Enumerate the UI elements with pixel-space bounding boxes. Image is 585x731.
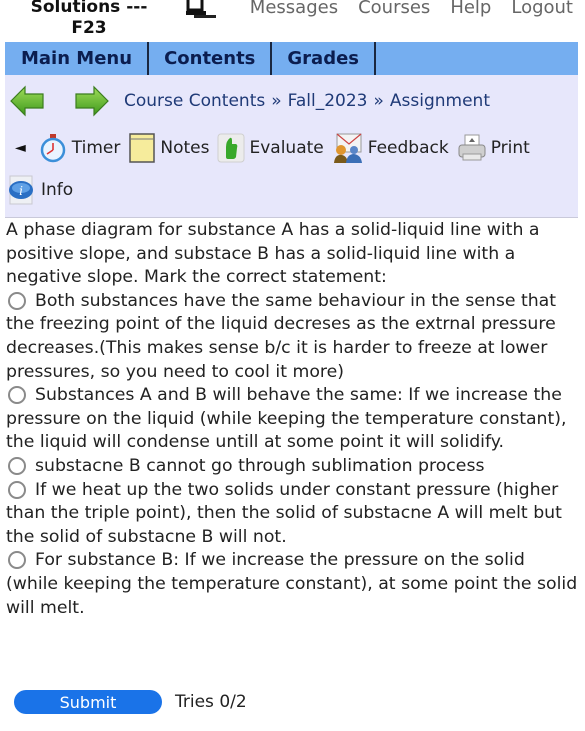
question-prompt: A phase diagram for substance A has a so… — [6, 220, 540, 288]
answer-option[interactable]: Both substances have the same behaviour … — [6, 290, 580, 384]
answer-option[interactable]: Substances A and B will behave the same:… — [6, 384, 580, 455]
feedback-button[interactable]: Feedback — [332, 132, 449, 164]
course-toolbar: Course Contents» Fall_2023» Assignment ◄ T… — [5, 75, 578, 218]
evaluate-label: Evaluate — [249, 138, 324, 158]
radio-button[interactable] — [8, 386, 26, 405]
notes-icon — [129, 133, 156, 163]
answer-option[interactable]: substacne B cannot go through sublimatio… — [6, 455, 580, 479]
breadcrumb-fall-2023[interactable]: Fall_2023 — [288, 91, 368, 111]
forward-arrow-icon[interactable] — [74, 85, 110, 117]
breadcrumb-row: Course Contents» Fall_2023» Assignment — [5, 83, 490, 119]
info-button[interactable]: i Info — [7, 175, 73, 205]
timer-button[interactable]: Timer — [38, 133, 121, 163]
option-text: For substance B: If we increase the pres… — [6, 550, 578, 618]
print-label: Print — [490, 138, 530, 158]
tries-counter: Tries 0/2 — [175, 692, 247, 712]
tab-main-menu[interactable]: Main Menu — [5, 42, 150, 75]
top-links: Messages Courses Help Logout — [250, 0, 573, 19]
remote-control-icon[interactable] — [186, 0, 220, 19]
breadcrumb-separator: » — [271, 91, 282, 111]
timer-icon — [40, 134, 66, 163]
notes-label: Notes — [160, 138, 210, 158]
help-link[interactable]: Help — [450, 0, 491, 19]
printer-icon — [458, 134, 486, 161]
thumbs-up-icon — [217, 133, 245, 163]
radio-button[interactable] — [8, 456, 26, 475]
radio-button[interactable] — [8, 291, 26, 310]
collapse-toolbar-icon[interactable]: ◄ — [15, 140, 26, 156]
timer-label: Timer — [71, 138, 121, 158]
top-header: Solutions --- F23 Messages Courses Help … — [0, 0, 585, 44]
option-text: Both substances have the same behaviour … — [6, 290, 557, 382]
back-arrow-icon[interactable] — [9, 85, 45, 117]
svg-text:i: i — [19, 184, 23, 198]
courses-link[interactable]: Courses — [358, 0, 430, 19]
print-button[interactable]: Print — [457, 134, 530, 162]
feedback-icon — [333, 133, 362, 163]
info-label: Info — [41, 180, 74, 200]
notes-button[interactable]: Notes — [128, 132, 209, 164]
radio-button[interactable] — [8, 480, 26, 499]
evaluate-button[interactable]: Evaluate — [217, 133, 324, 163]
question-block: A phase diagram for substance A has a so… — [6, 219, 580, 620]
info-icon: i — [9, 175, 33, 205]
option-text: Substances A and B will behave the same:… — [6, 385, 567, 453]
messages-link[interactable]: Messages — [250, 0, 338, 19]
tools-row: ◄ Timer Notes Evaluate Feedback Print — [5, 130, 538, 166]
feedback-label: Feedback — [367, 138, 449, 158]
main-nav: Main Menu Contents Grades — [5, 42, 578, 75]
logout-link[interactable]: Logout — [511, 0, 573, 19]
tab-contents[interactable]: Contents — [149, 42, 273, 75]
site-title: Solutions --- F23 — [30, 0, 148, 38]
answer-option[interactable]: For substance B: If we increase the pres… — [6, 549, 580, 620]
option-text: substacne B cannot go through sublimatio… — [35, 455, 485, 476]
radio-button[interactable] — [8, 551, 26, 570]
answer-option[interactable]: If we heat up the two solids under const… — [6, 479, 580, 550]
tab-grades[interactable]: Grades — [272, 42, 377, 75]
breadcrumb: Course Contents» Fall_2023» Assignment — [124, 91, 490, 111]
breadcrumb-assignment[interactable]: Assignment — [390, 91, 490, 111]
breadcrumb-course-contents[interactable]: Course Contents — [124, 91, 265, 111]
breadcrumb-separator: » — [373, 91, 384, 111]
option-text: If we heat up the two solids under const… — [6, 479, 562, 547]
submit-row: Submit Answer Tries 0/2 — [14, 690, 247, 731]
submit-answer-button[interactable]: Submit Answer — [14, 690, 162, 731]
